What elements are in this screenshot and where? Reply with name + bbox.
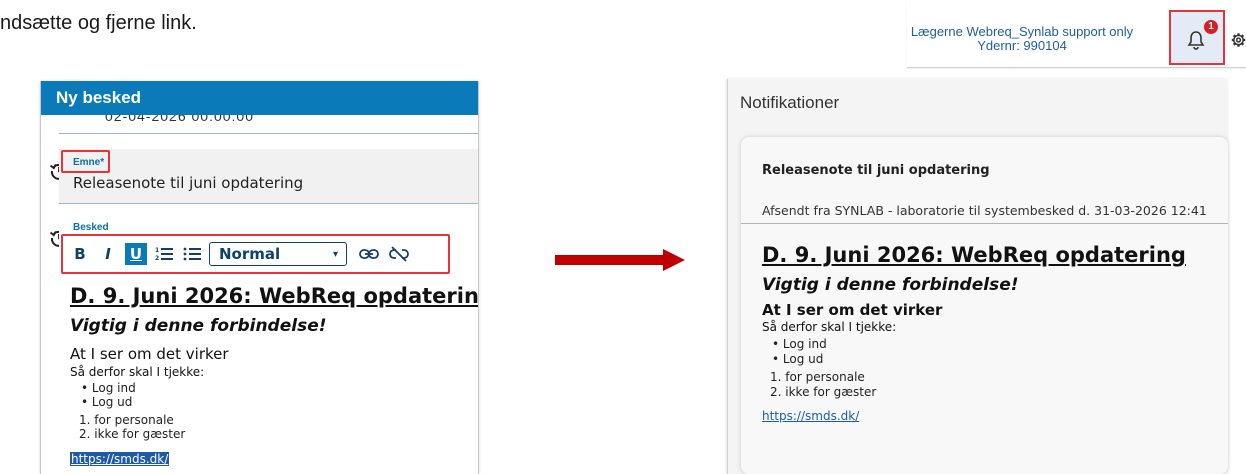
divider <box>741 223 1228 224</box>
notifications-title: Notifikationer <box>740 93 840 112</box>
list-item: • Log ud <box>81 395 133 409</box>
content-bullet-list: • Log ind • Log ud <box>81 381 136 409</box>
arrow-right-icon <box>555 249 685 271</box>
user-name: Lægerne Webreq_Synlab support only <box>910 24 1134 39</box>
subject-input[interactable]: Releasenote til juni opdatering <box>73 174 303 192</box>
notification-badge: 1 <box>1204 20 1218 34</box>
content-heading-3: At I ser om det virker <box>70 345 229 363</box>
selected-link[interactable]: https://smds.dk/ <box>70 452 170 466</box>
content-bullet-list: • Log ind • Log ud <box>772 337 827 367</box>
highlight-subject-label <box>61 150 110 173</box>
content-heading-1: D. 9. Juni 2026: WebReq opdatering <box>762 243 1186 267</box>
list-item: 2. ikke for gæster <box>770 385 877 399</box>
content-heading-3: At I ser om det virker <box>762 301 943 319</box>
list-item: • Log ind <box>81 381 136 395</box>
content-heading-2: Vigtig i denne forbindelse! <box>762 275 1019 295</box>
previous-field: 02-04-2026 00:00:00 <box>59 115 478 134</box>
body-label: Besked <box>73 222 109 233</box>
panel-header: Ny besked <box>41 81 478 115</box>
content-heading-1: D. 9. Juni 2026: WebReq opdatering <box>70 284 479 308</box>
new-message-panel: Ny besked 02-04-2026 00:00:00 Emne* Rele… <box>40 81 479 474</box>
list-item: 1. for personale <box>770 370 865 384</box>
message-body-field: Besked B I U 1 2 Normal ▾ D. 9. Juni 202… <box>59 216 479 474</box>
notification-meta: Afsendt fra SYNLAB - laboratorie til sys… <box>762 203 1207 218</box>
notification-card[interactable]: Releasenote til juni opdatering Afsendt … <box>741 137 1228 474</box>
gear-icon[interactable] <box>1231 30 1246 50</box>
notification-subject: Releasenote til juni opdatering <box>762 163 990 178</box>
content-paragraph: Så derfor skal I tjekke: <box>762 320 897 334</box>
content-numbered-list: 1. for personale 2. ikke for gæster <box>79 413 185 441</box>
user-id: Ydernr: 990104 <box>977 38 1067 53</box>
previous-field-value: 02-04-2026 00:00:00 <box>105 115 254 124</box>
subject-field[interactable]: Emne* Releasenote til juni opdatering <box>59 149 478 204</box>
list-item: • Log ind <box>772 337 827 351</box>
list-item: 2. ikke for gæster <box>79 427 186 441</box>
notification-link[interactable]: https://smds.dk/ <box>762 409 859 423</box>
instruction-text: ndsætte og fjerne link. <box>0 12 197 34</box>
notifications-panel: Notifikationer Releasenote til juni opda… <box>727 79 1228 474</box>
bell-icon <box>1187 31 1205 50</box>
content-paragraph: Så derfor skal I tjekke: <box>70 365 205 379</box>
list-item: • Log ud <box>772 352 824 366</box>
content-heading-2: Vigtig i denne forbindelse! <box>70 316 327 336</box>
highlight-toolbar <box>61 234 450 274</box>
notification-button[interactable]: 1 <box>1169 10 1225 65</box>
list-item: 1. for personale <box>79 413 174 427</box>
app-topbar: Lægerne Webreq_Synlab support only Ydern… <box>907 0 1246 68</box>
content-numbered-list: 1. for personale 2. ikke for gæster <box>770 370 876 400</box>
